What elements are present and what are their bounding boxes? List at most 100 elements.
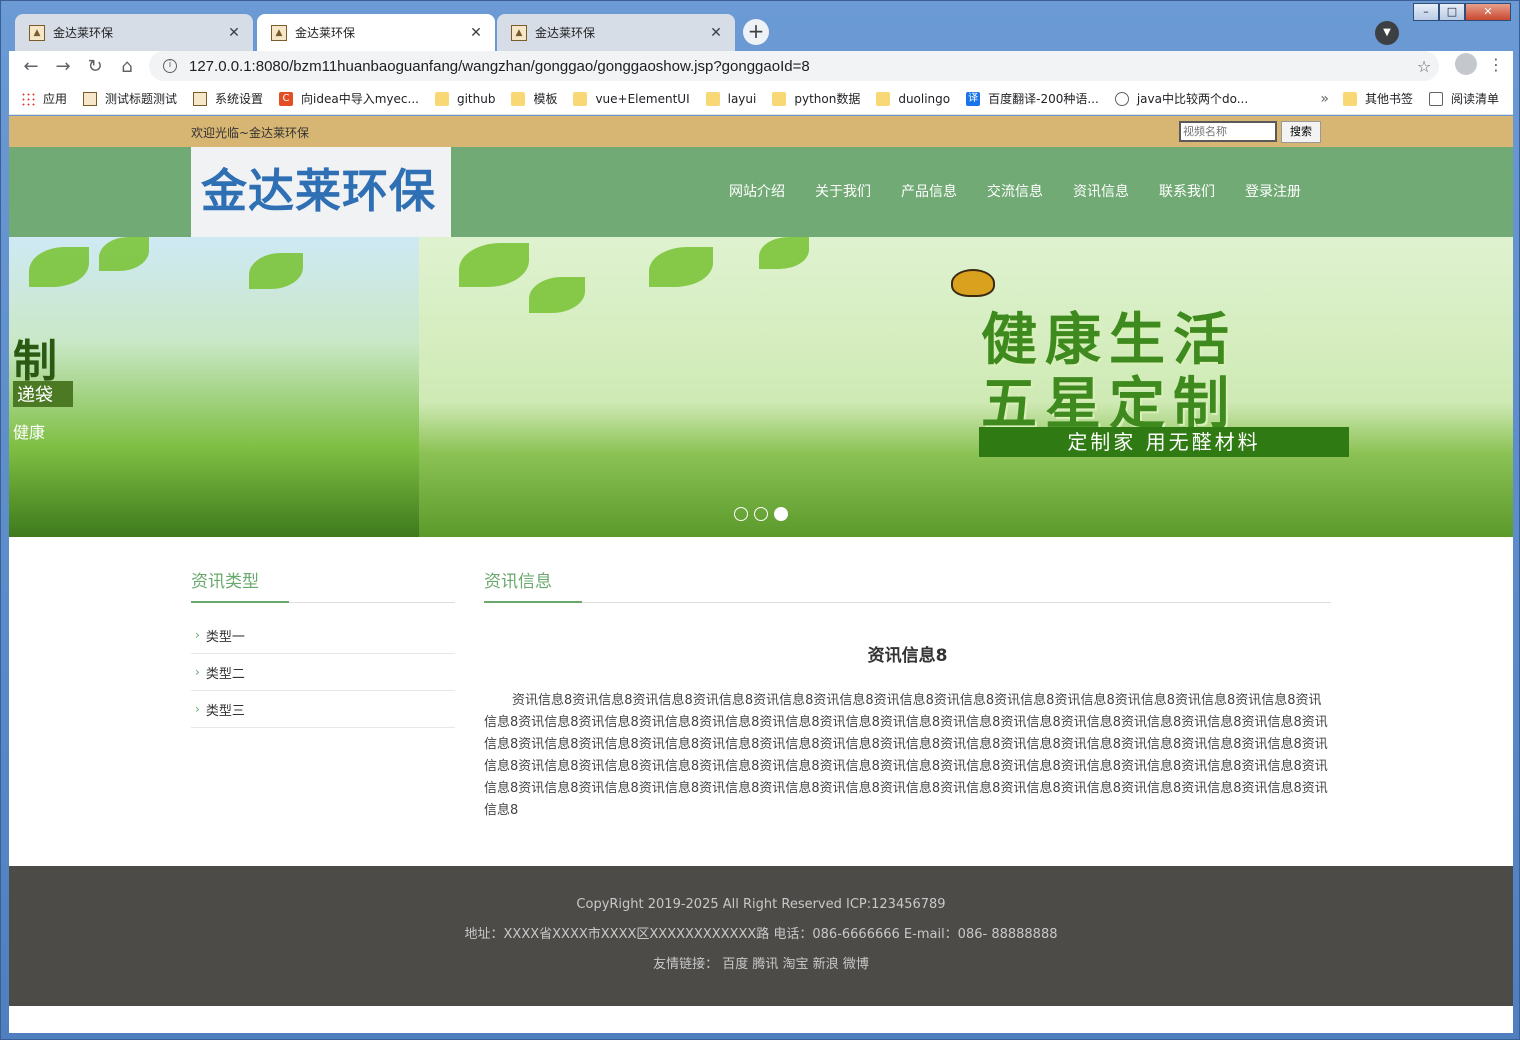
bookmark-folder[interactable]: vue+ElementUI [573,91,690,106]
browser-window: – □ ✕ ▲ 金达莱环保 ✕ ▲ 金达莱环保 ✕ ▲ 金达莱环保 ✕ + ▼ … [0,0,1520,1040]
url-text[interactable]: 127.0.0.1:8080/bzm11huanbaoguanfang/wang… [189,58,1409,75]
article-body: 资讯信息8资讯信息8资讯信息8资讯信息8资讯信息8资讯信息8资讯信息8资讯信息8… [484,693,1328,818]
bookmarks-right: » 其他书签 阅读清单 [1320,90,1499,107]
bookmark-item[interactable]: C 向idea中导入myec... [279,90,419,107]
tab-title: 金达莱环保 [53,26,114,40]
site-icon [193,91,208,106]
info-icon[interactable]: i [163,59,177,73]
site-search-input[interactable] [1179,121,1277,142]
bookmark-item[interactable]: 测试标题测试 [83,90,177,107]
bookmark-star-icon[interactable]: ☆ [1409,57,1439,76]
folder-icon [1342,91,1357,106]
site-icon [83,91,98,106]
carousel-dot[interactable] [754,507,768,521]
site-search-button[interactable]: 搜索 [1281,121,1321,143]
bookmark-folder[interactable]: 模板 [511,90,557,107]
tab-title: 金达莱环保 [535,26,596,40]
nav-item-contact[interactable]: 联系我们 [1159,181,1215,201]
bookmarks-overflow-icon[interactable]: » [1320,91,1329,107]
footer-links[interactable]: 友情链接： 百度 腾讯 淘宝 新浪 微博 [9,950,1513,980]
banner-left-text: 制 [13,336,57,387]
main-nav: 网站介绍 关于我们 产品信息 交流信息 资讯信息 联系我们 登录注册 [729,181,1331,201]
folder-icon [772,91,787,106]
logo-box[interactable]: 金达莱环保 [191,147,451,237]
leaf-decoration [99,237,149,271]
site-topbar: 欢迎光临~金达莱环保 搜索 [9,116,1513,147]
site-favicon-icon: ▲ [511,24,527,41]
apps-icon [21,91,35,106]
browser-tab-1[interactable]: ▲ 金达莱环保 ✕ [15,14,253,51]
browser-tab-3[interactable]: ▲ 金达莱环保 ✕ [497,14,735,51]
leaf-decoration [29,247,89,287]
carousel-dot[interactable] [734,507,748,521]
banner-slide-previous: 制 递袋 健康 [9,237,419,537]
toolbar-right: ⋮ [1455,53,1505,75]
close-tab-icon[interactable]: ✕ [707,25,725,41]
c-icon: C [279,91,294,106]
footer-copyright: CopyRight 2019-2025 All Right Reserved I… [576,897,946,912]
site-favicon-icon: ▲ [29,24,45,41]
bookmark-label: python数据 [794,92,861,106]
close-tab-icon[interactable]: ✕ [467,25,485,41]
reading-list-icon [1428,91,1443,106]
bookmark-folder[interactable]: layui [705,91,757,106]
footer-address: 地址：XXXX省XXXX市XXXX区XXXXXXXXXXXX路 电话：086-6… [464,927,1058,942]
page-viewport: 欢迎光临~金达莱环保 搜索 金达莱环保 网站介绍 关于我们 产品信息 交流信息 … [9,116,1513,1033]
category-label: 类型二 [205,666,245,682]
bookmark-label: 其他书签 [1364,92,1413,106]
leaf-decoration [459,243,529,287]
menu-dots-icon[interactable]: ⋮ [1487,55,1505,74]
tab-title: 金达莱环保 [295,26,356,40]
nav-item-products[interactable]: 产品信息 [901,181,957,201]
nav-item-intro[interactable]: 网站介绍 [729,181,785,201]
address-bar[interactable]: i 127.0.0.1:8080/bzm11huanbaoguanfang/wa… [149,51,1439,81]
content-area: 资讯类型 › 类型一 › 类型二 › 类型三 资讯信息 资讯信息8 资讯信息8资讯信息… [9,537,1513,866]
bookmark-item[interactable]: java中比较两个do... [1114,90,1249,107]
browser-tab-2[interactable]: ▲ 金达莱环保 ✕ [257,14,495,51]
other-bookmarks[interactable]: 其他书签 [1342,90,1413,107]
bookmark-label: java中比较两个do... [1136,92,1249,106]
folder-icon [876,91,891,106]
panel-title: 资讯信息 [484,567,1331,603]
folder-icon [573,91,588,106]
nav-item-news[interactable]: 资讯信息 [1073,181,1129,201]
chevron-right-icon: › [195,628,200,642]
new-tab-button[interactable]: + [743,19,769,45]
link-icon [1114,91,1129,106]
bookmark-folder[interactable]: duolingo [876,91,950,106]
folder-icon [705,91,720,106]
reading-list[interactable]: 阅读清单 [1428,90,1499,107]
profile-avatar-icon[interactable] [1455,53,1477,75]
tab-search-icon[interactable]: ▼ [1375,21,1399,45]
bookmark-label: github [456,91,496,106]
bookmark-label: layui [727,91,757,106]
translate-icon: 译 [966,91,981,106]
category-item[interactable]: › 类型三 [191,691,455,728]
bookmark-item[interactable]: 译百度翻译-200种语... [966,90,1099,107]
bookmark-item[interactable]: 系统设置 [193,90,263,107]
bookmark-folder[interactable]: python数据 [772,90,860,107]
nav-item-about[interactable]: 关于我们 [815,181,871,201]
category-sidebar: 资讯类型 › 类型一 › 类型二 › 类型三 [191,567,455,728]
leaf-decoration [649,247,713,287]
banner-carousel[interactable]: 制 递袋 健康 健康生活 五星定制 定制家 用无醛材料 [9,237,1513,537]
carousel-dot-active[interactable] [774,507,788,521]
article-panel: 资讯信息 资讯信息8 资讯信息8资讯信息8资讯信息8资讯信息8资讯信息8资讯信息… [484,567,1331,822]
back-arrow-icon[interactable]: ← [15,53,47,81]
bookmark-folder[interactable]: github [434,91,496,106]
forward-arrow-icon[interactable]: → [47,53,79,81]
folder-icon [511,91,526,106]
reload-icon[interactable]: ↻ [79,53,111,81]
nav-item-login[interactable]: 登录注册 [1245,181,1301,201]
category-item[interactable]: › 类型一 [191,617,455,654]
home-icon[interactable]: ⌂ [111,53,143,81]
nav-item-exchange[interactable]: 交流信息 [987,181,1043,201]
site-footer: CopyRight 2019-2025 All Right Reserved I… [9,866,1513,1006]
chevron-right-icon: › [195,702,200,716]
bookmark-label: vue+ElementUI [595,91,690,106]
site-logo[interactable]: 金达莱环保 [201,155,436,221]
folder-icon [434,91,449,106]
bookmark-apps[interactable]: 应用 [21,90,67,107]
close-tab-icon[interactable]: ✕ [225,25,243,41]
category-item[interactable]: › 类型二 [191,654,455,691]
